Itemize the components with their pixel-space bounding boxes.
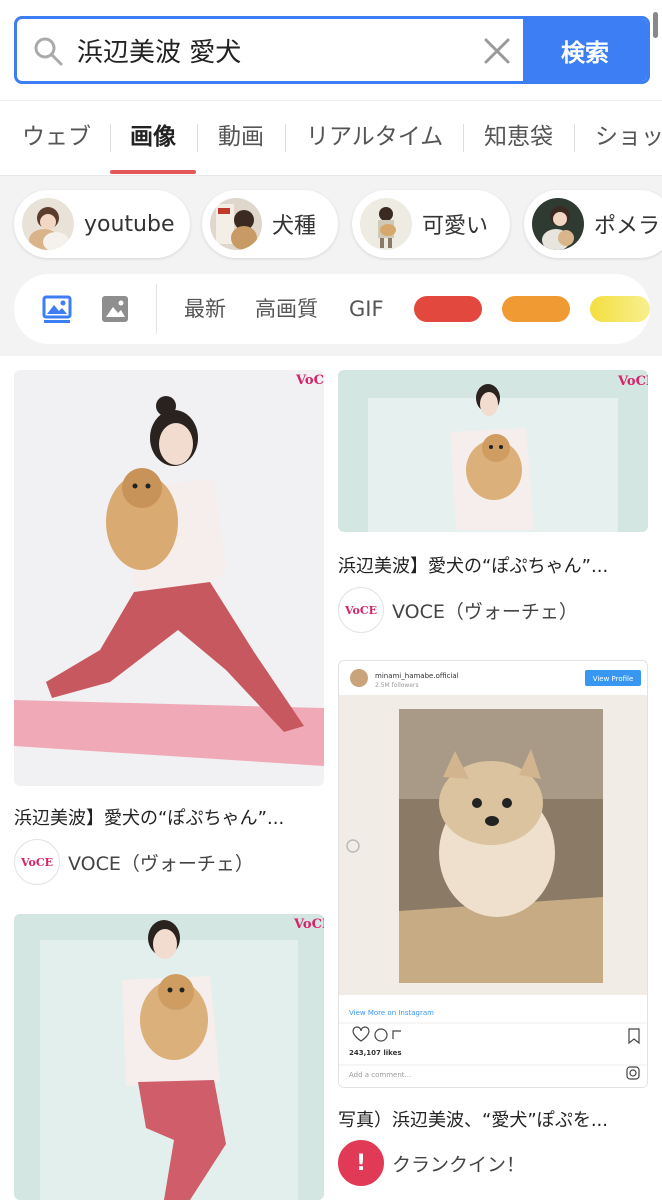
search-header: 検索: [0, 0, 662, 100]
suggest-chip-cute[interactable]: 可愛い: [352, 190, 510, 258]
color-filter-orange[interactable]: [502, 296, 570, 322]
active-tab-indicator: [110, 170, 196, 174]
result-image[interactable]: VoCE: [338, 370, 648, 532]
insta-comment: Add a comment...: [349, 1071, 411, 1079]
source-name: クランクイン！: [392, 1153, 526, 1176]
color-filter-red[interactable]: [414, 296, 482, 322]
chip-label: 可愛い: [422, 214, 489, 239]
search-button[interactable]: 検索: [523, 19, 647, 81]
tab-divider: [574, 124, 575, 152]
scroll-indicator: [653, 12, 658, 38]
chip-thumbnail: [360, 198, 412, 250]
result-title[interactable]: 浜辺美波】愛犬の“ぽぷちゃん”...: [338, 552, 648, 578]
insta-view-more: View More on Instagram: [349, 1009, 434, 1017]
tab-divider: [285, 124, 286, 152]
voce-watermark: VoCE: [293, 917, 324, 932]
filter-bar: 最新 高画質 GIF: [14, 274, 650, 344]
tab-divider: [110, 124, 111, 152]
search-box: 検索: [14, 16, 650, 84]
chip-thumbnail: [22, 198, 74, 250]
tab-divider: [197, 124, 198, 152]
filter-divider: [156, 284, 157, 334]
insta-followers: 2.5M followers: [375, 682, 419, 689]
result-title[interactable]: 写真）浜辺美波、“愛犬”ぽぷを...: [338, 1106, 648, 1132]
insta-likes: 243,107 likes: [349, 1049, 402, 1057]
result-image[interactable]: VoCE: [14, 370, 324, 786]
filter-gif[interactable]: GIF: [349, 274, 384, 344]
tab-divider: [463, 124, 464, 152]
search-tabs: ウェブ 画像 動画 リアルタイム 知恵袋 ショッ: [0, 100, 662, 176]
chip-thumbnail: [532, 198, 584, 250]
insta-view-profile: View Profile: [593, 675, 634, 683]
voce-logo: VoCE: [338, 587, 384, 633]
suggest-chip-pomeranian[interactable]: ポメラ: [524, 190, 662, 258]
suggest-chip-youtube[interactable]: youtube: [14, 190, 190, 258]
chip-label: 犬種: [272, 214, 317, 239]
clear-icon[interactable]: [483, 37, 511, 65]
large-image-icon[interactable]: [100, 294, 130, 324]
result-source[interactable]: ! クランクイン！: [338, 1140, 525, 1186]
filter-newest[interactable]: 最新: [184, 274, 226, 344]
chip-label: youtube: [84, 211, 175, 237]
all-size-image-icon[interactable]: [42, 294, 72, 324]
tab-shopping[interactable]: ショッ: [595, 101, 662, 175]
suggest-chip-dog-breed[interactable]: 犬種: [202, 190, 338, 258]
filter-high-quality[interactable]: 高画質: [255, 274, 318, 344]
chip-thumbnail: [210, 198, 262, 250]
result-image[interactable]: VoCE: [14, 914, 324, 1200]
tab-video[interactable]: 動画: [218, 101, 264, 175]
result-source[interactable]: VoCE VOCE（ヴォーチェ）: [14, 839, 254, 885]
tab-realtime[interactable]: リアルタイム: [306, 101, 443, 175]
chip-label: ポメラ: [594, 214, 661, 239]
voce-watermark: VoCE: [617, 374, 648, 389]
voce-logo: VoCE: [14, 839, 60, 885]
source-name: VOCE（ヴォーチェ）: [68, 852, 254, 875]
result-image[interactable]: minami_hamabe.official 2.5M followers Vi…: [338, 660, 648, 1088]
result-title[interactable]: 浜辺美波】愛犬の“ぽぷちゃん”...: [14, 804, 324, 830]
source-name: VOCE（ヴォーチェ）: [392, 600, 578, 623]
tab-web[interactable]: ウェブ: [22, 101, 91, 175]
search-input[interactable]: [77, 19, 467, 81]
crank-in-logo: !: [338, 1140, 384, 1186]
color-filter-yellow[interactable]: [590, 296, 650, 322]
insta-handle: minami_hamabe.official: [375, 672, 459, 680]
voce-watermark: VoCE: [295, 373, 324, 388]
search-icon: [34, 37, 63, 66]
tab-chiebukuro[interactable]: 知恵袋: [484, 101, 553, 175]
tab-images[interactable]: 画像: [130, 101, 176, 175]
result-source[interactable]: VoCE VOCE（ヴォーチェ）: [338, 587, 578, 633]
